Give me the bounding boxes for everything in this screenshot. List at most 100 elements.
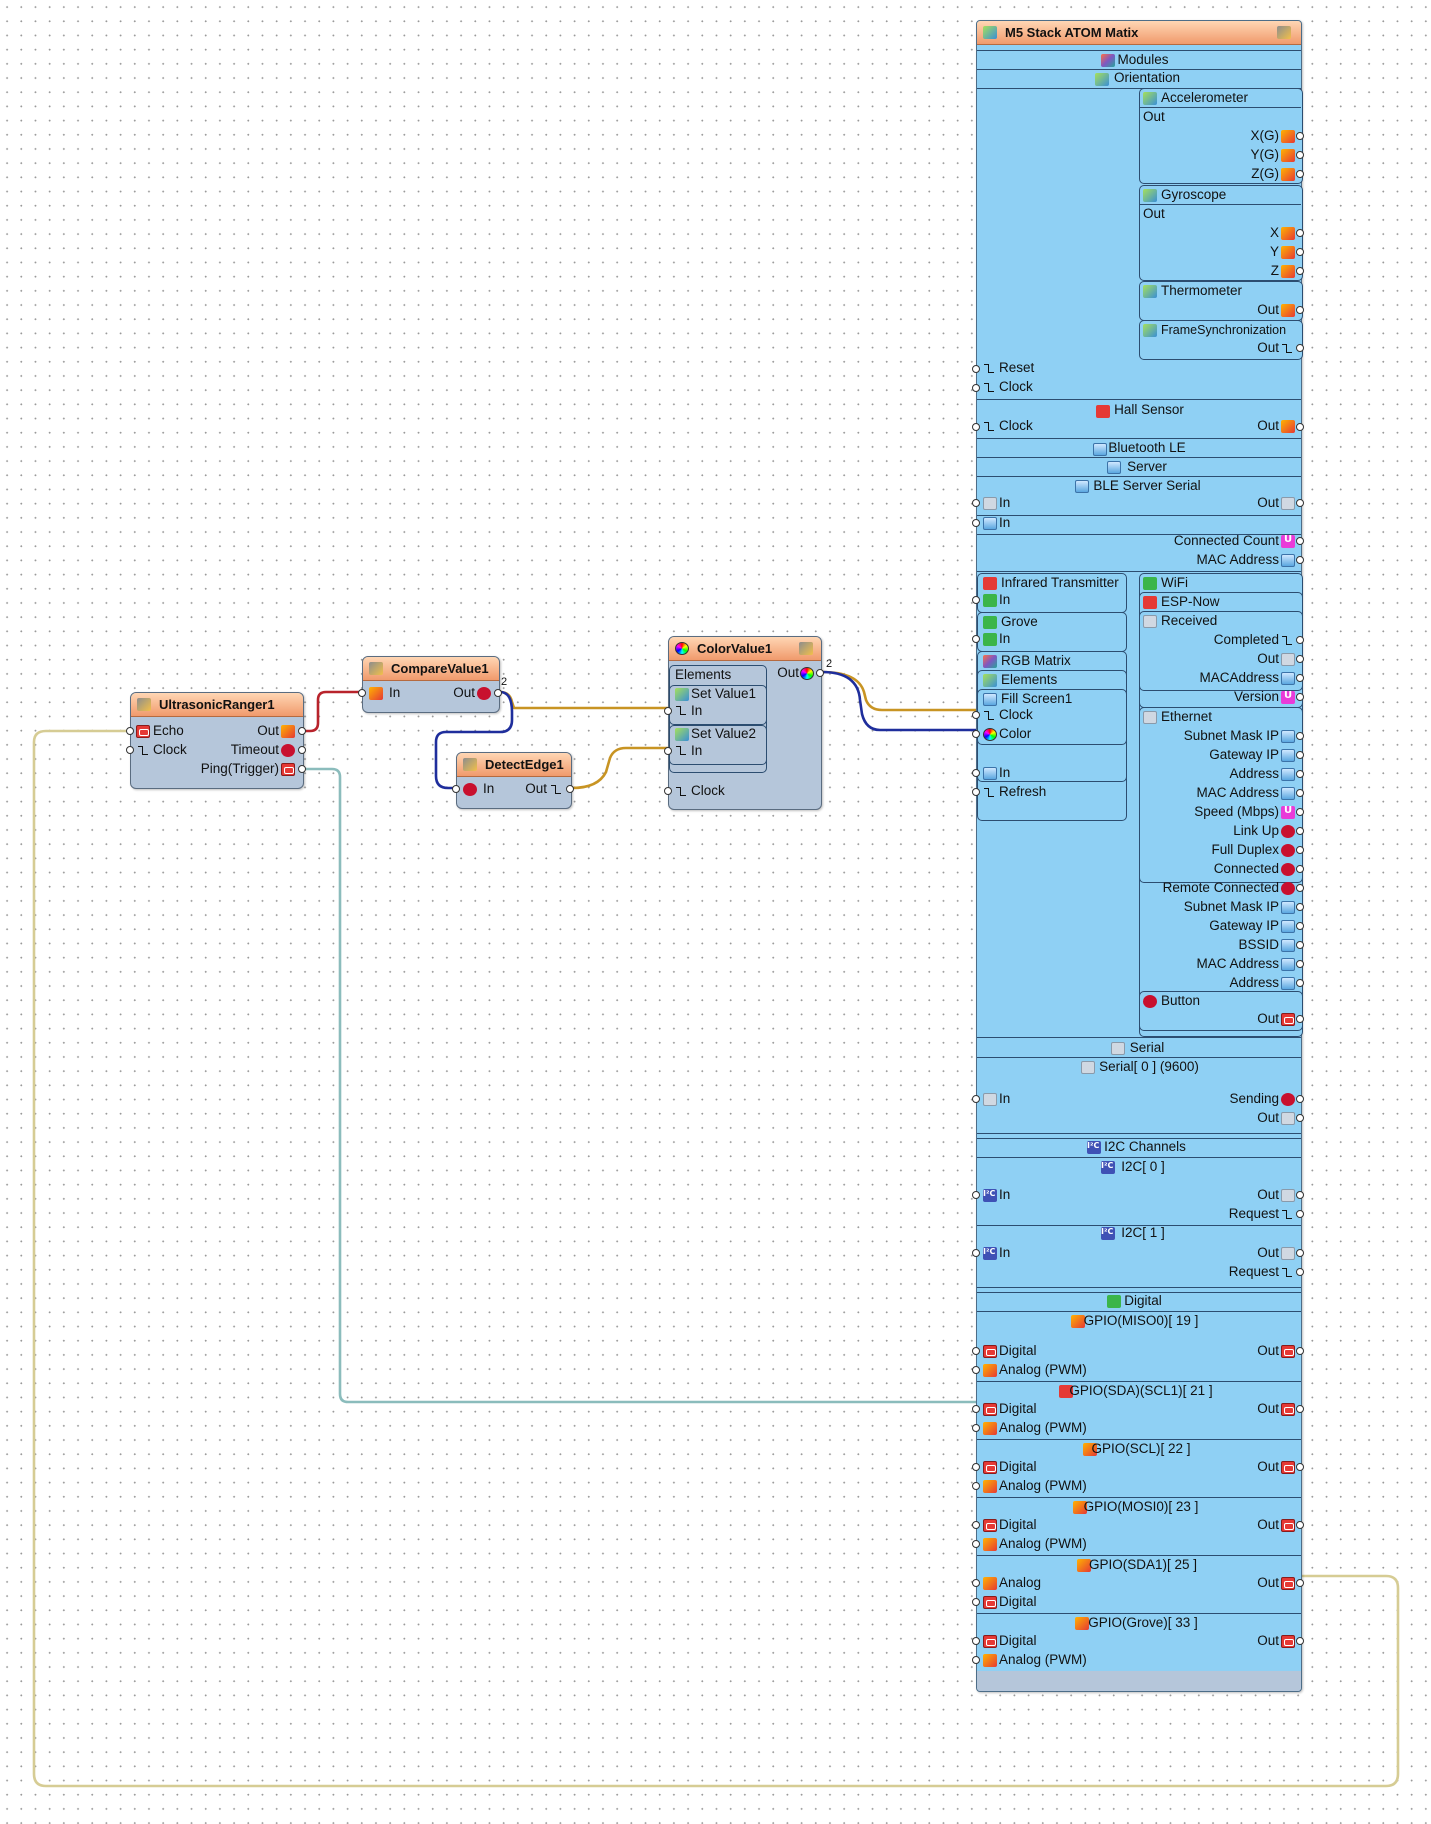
edit-tool-icon[interactable] bbox=[799, 642, 813, 655]
serial-in-pin[interactable] bbox=[972, 1095, 980, 1103]
accel-y-pin[interactable] bbox=[1296, 151, 1304, 159]
eth-subnet-pin[interactable] bbox=[1296, 732, 1304, 740]
detect-out-pin[interactable] bbox=[566, 785, 574, 793]
m5-stack-component[interactable]: M5 Stack ATOM Matix Modules Orientation … bbox=[972, 20, 1304, 1692]
eth-mac-pin[interactable] bbox=[1296, 789, 1304, 797]
gpio23-out-pin[interactable] bbox=[1296, 1521, 1304, 1529]
eth-linkup-pin[interactable] bbox=[1296, 827, 1304, 835]
eth-duplex-pin[interactable] bbox=[1296, 846, 1304, 854]
i2c0-in-pin[interactable] bbox=[972, 1191, 980, 1199]
set-value1-in-pin[interactable] bbox=[664, 707, 672, 715]
wire-ultrasonic-out-to-compare-in[interactable] bbox=[304, 690, 362, 733]
rgb-in-pin[interactable] bbox=[972, 769, 980, 777]
serial-sending-pin[interactable] bbox=[1296, 1095, 1304, 1103]
rgb-clock-pin[interactable] bbox=[972, 711, 980, 719]
gpio33-digital-pin[interactable] bbox=[972, 1637, 980, 1645]
remote-bssid-pin[interactable] bbox=[1296, 941, 1304, 949]
color-out-pin[interactable] bbox=[816, 669, 824, 677]
remote-subnet-pin[interactable] bbox=[1296, 903, 1304, 911]
gpio23-analog-pin[interactable] bbox=[972, 1540, 980, 1548]
edit-tool-icon[interactable] bbox=[1277, 26, 1291, 39]
color-clock-pin[interactable] bbox=[664, 787, 672, 795]
color-title-bar[interactable]: ColorValue1 bbox=[669, 637, 821, 661]
echo-pin[interactable] bbox=[126, 727, 134, 735]
rgb-color-pin[interactable] bbox=[972, 730, 980, 738]
i2c1-in-pin[interactable] bbox=[972, 1249, 980, 1257]
ultrasonic-title-bar[interactable]: UltrasonicRanger1 bbox=[131, 693, 303, 717]
gyro-z-pin[interactable] bbox=[1296, 267, 1304, 275]
gpio25-digital-pin[interactable] bbox=[972, 1598, 980, 1606]
wire-ping-to-gpio21-digital[interactable] bbox=[304, 767, 976, 1404]
orientation-clock-pin[interactable] bbox=[972, 384, 980, 392]
ble-out1-pin[interactable] bbox=[1296, 499, 1304, 507]
completed-pin[interactable] bbox=[1296, 636, 1304, 644]
gyro-x-pin[interactable] bbox=[1296, 229, 1304, 237]
gpio22-out-pin[interactable] bbox=[1296, 1463, 1304, 1471]
version-pin[interactable] bbox=[1296, 693, 1304, 701]
remote-address-pin[interactable] bbox=[1296, 979, 1304, 987]
wire-colorvalue-to-rgb-color[interactable] bbox=[821, 670, 976, 732]
connected-count-pin[interactable] bbox=[1296, 537, 1304, 545]
serial-out-pin[interactable] bbox=[1296, 1114, 1304, 1122]
gyro-y-pin[interactable] bbox=[1296, 248, 1304, 256]
gpio25-analog-pin[interactable] bbox=[972, 1579, 980, 1587]
ble-in1-pin[interactable] bbox=[972, 499, 980, 507]
compare-title-bar[interactable]: CompareValue1 bbox=[363, 657, 499, 681]
frame-sync-out-pin[interactable] bbox=[1296, 344, 1304, 352]
gpio19-out-pin[interactable] bbox=[1296, 1347, 1304, 1355]
detect-edge-component[interactable]: DetectEdge1 In Out bbox=[452, 752, 574, 809]
reset-pin[interactable] bbox=[972, 365, 980, 373]
gpio21-digital-pin[interactable] bbox=[972, 1405, 980, 1413]
eth-connected-pin[interactable] bbox=[1296, 865, 1304, 873]
accel-z-pin[interactable] bbox=[1296, 170, 1304, 178]
thermometer-out-pin[interactable] bbox=[1296, 306, 1304, 314]
out-pin[interactable] bbox=[298, 727, 306, 735]
m5-title-bar[interactable]: M5 Stack ATOM Matix bbox=[977, 21, 1301, 45]
i2c1-request-pin[interactable] bbox=[1296, 1268, 1304, 1276]
compare-in-pin[interactable] bbox=[358, 689, 366, 697]
remote-mac-pin[interactable] bbox=[1296, 960, 1304, 968]
gpio25-out-pin[interactable] bbox=[1296, 1579, 1304, 1587]
compare-value-component[interactable]: CompareValue1 In Out 2 bbox=[358, 656, 507, 713]
gpio19-digital-pin[interactable] bbox=[972, 1347, 980, 1355]
button-out-pin[interactable] bbox=[1296, 1015, 1304, 1023]
timeout-pin[interactable] bbox=[298, 746, 306, 754]
ble-mac-pin[interactable] bbox=[1296, 556, 1304, 564]
grove-in-pin[interactable] bbox=[972, 635, 980, 643]
accel-x-pin[interactable] bbox=[1296, 132, 1304, 140]
ultrasonic-ranger-component[interactable]: UltrasonicRanger1 Echo Clock Out Timeout… bbox=[126, 692, 306, 789]
received-mac-pin[interactable] bbox=[1296, 674, 1304, 682]
gpio21-out-pin[interactable] bbox=[1296, 1405, 1304, 1413]
gpio22-analog-pin[interactable] bbox=[972, 1482, 980, 1490]
wire-detectedge-to-setvalue2[interactable] bbox=[571, 746, 668, 790]
i2c0-out-pin[interactable] bbox=[1296, 1191, 1304, 1199]
wire-compare-out-to-setvalue1[interactable] bbox=[499, 690, 668, 710]
ping-pin[interactable] bbox=[298, 765, 306, 773]
eth-gateway-pin[interactable] bbox=[1296, 751, 1304, 759]
hall-clock-pin[interactable] bbox=[972, 423, 980, 431]
gpio19-analog-pin[interactable] bbox=[972, 1366, 980, 1374]
color-value-component[interactable]: ColorValue1 Elements Set Value1 In Set V… bbox=[664, 636, 832, 810]
rgb-refresh-pin[interactable] bbox=[972, 788, 980, 796]
i2c1-out-pin[interactable] bbox=[1296, 1249, 1304, 1257]
infrared-in-pin[interactable] bbox=[972, 596, 980, 604]
gpio21-analog-pin[interactable] bbox=[972, 1424, 980, 1432]
detect-title-bar[interactable]: DetectEdge1 bbox=[457, 753, 571, 777]
detect-in-pin[interactable] bbox=[452, 785, 460, 793]
gpio33-analog-pin[interactable] bbox=[972, 1656, 980, 1664]
set-value2-in-pin[interactable] bbox=[664, 747, 672, 755]
ping-label: Ping(Trigger) bbox=[200, 761, 279, 776]
i2c0-request-pin[interactable] bbox=[1296, 1210, 1304, 1218]
ble-in2-pin[interactable] bbox=[972, 519, 980, 527]
remote-gateway-pin[interactable] bbox=[1296, 922, 1304, 930]
gpio33-out-pin[interactable] bbox=[1296, 1637, 1304, 1645]
remote-connected-pin[interactable] bbox=[1296, 884, 1304, 892]
clock-pin[interactable] bbox=[126, 746, 134, 754]
eth-speed-pin[interactable] bbox=[1296, 808, 1304, 816]
gpio22-digital-pin[interactable] bbox=[972, 1463, 980, 1471]
hall-out-pin[interactable] bbox=[1296, 423, 1304, 431]
gpio23-digital-pin[interactable] bbox=[972, 1521, 980, 1529]
analog-icon bbox=[983, 1480, 997, 1493]
eth-address-pin[interactable] bbox=[1296, 770, 1304, 778]
received-out-pin[interactable] bbox=[1296, 655, 1304, 663]
